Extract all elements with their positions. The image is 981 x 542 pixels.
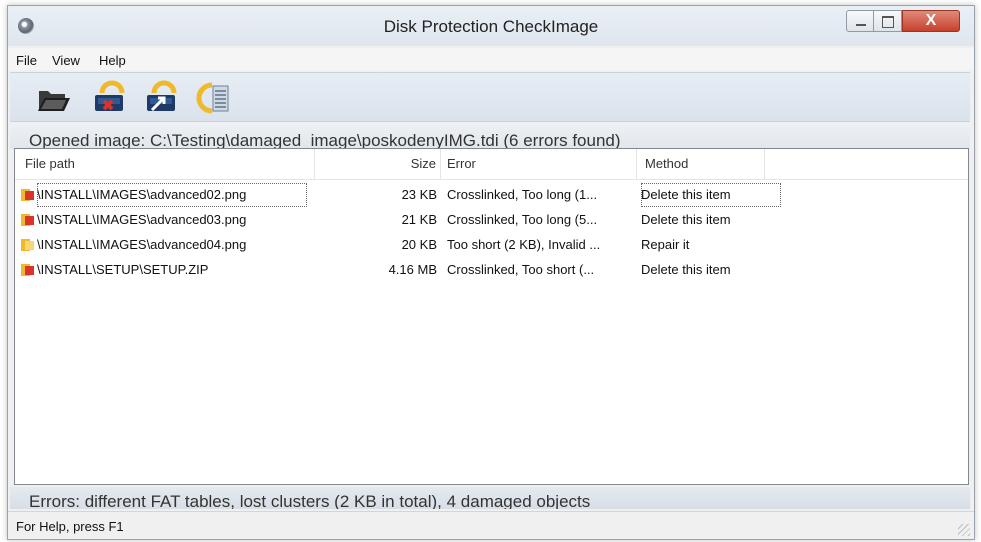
column-size[interactable]: Size — [315, 149, 441, 179]
repair-disk-icon[interactable] — [142, 79, 180, 117]
warning-file-icon — [19, 237, 35, 253]
error-cell: Too short (2 KB), Invalid ... — [447, 237, 601, 252]
column-error[interactable]: Error — [441, 149, 637, 179]
resize-grip-icon[interactable] — [958, 524, 970, 536]
opened-image-text: Opened image: C:\Testing\damaged_image\p… — [29, 131, 621, 149]
status-bar: For Help, press F1 — [8, 511, 974, 539]
menu-help[interactable]: Help — [99, 53, 126, 68]
file-path-cell: \INSTALL\SETUP\SETUP.ZIP — [37, 262, 209, 277]
errors-summary-text: Errors: different FAT tables, lost clust… — [29, 492, 591, 509]
error-file-icon — [19, 187, 35, 203]
opened-image-bar: Opened image: C:\Testing\damaged_image\p… — [10, 123, 970, 149]
title-bar[interactable]: Disk Protection CheckImage X — [8, 6, 974, 46]
error-cell: Crosslinked, Too long (1... — [447, 187, 598, 202]
list-header: File path Size Error Method — [15, 149, 968, 180]
table-row[interactable]: \INSTALL\IMAGES\advanced03.png 21 KB Cro… — [15, 208, 968, 232]
close-button[interactable]: X — [902, 10, 960, 32]
file-path-cell: \INSTALL\IMAGES\advanced02.png — [37, 183, 307, 207]
menu-file[interactable]: File — [16, 53, 37, 68]
minimize-button[interactable] — [846, 10, 874, 32]
method-cell[interactable]: Repair it — [641, 233, 781, 257]
disk-details-icon[interactable] — [196, 79, 234, 117]
table-row[interactable]: \INSTALL\SETUP\SETUP.ZIP 4.16 MB Crossli… — [15, 258, 968, 282]
column-method[interactable]: Method — [637, 149, 765, 179]
menu-view[interactable]: View — [52, 53, 80, 68]
size-cell: 4.16 MB — [388, 262, 437, 277]
status-text: For Help, press F1 — [16, 519, 124, 534]
error-cell: Crosslinked, Too short (... — [447, 262, 595, 277]
delete-disk-icon[interactable] — [90, 79, 128, 117]
maximize-button[interactable] — [874, 10, 902, 32]
error-file-icon — [19, 262, 35, 278]
method-cell[interactable]: Delete this item — [641, 183, 781, 207]
table-row[interactable]: \INSTALL\IMAGES\advanced02.png 23 KB Cro… — [15, 183, 968, 207]
toolbar — [10, 72, 970, 122]
file-list[interactable]: File path Size Error Method \INSTALL\IMA… — [14, 148, 969, 485]
error-file-icon — [19, 212, 35, 228]
main-window: Disk Protection CheckImage X File View H… — [7, 5, 975, 540]
table-row[interactable]: \INSTALL\IMAGES\advanced04.png 20 KB Too… — [15, 233, 968, 257]
window-title: Disk Protection CheckImage — [383, 17, 599, 36]
menu-bar: File View Help — [8, 48, 974, 70]
error-cell: Crosslinked, Too long (5... — [447, 212, 598, 227]
errors-summary-bar: Errors: different FAT tables, lost clust… — [10, 487, 970, 509]
method-cell[interactable]: Delete this item — [641, 258, 781, 282]
column-file-path[interactable]: File path — [15, 149, 315, 179]
open-folder-icon[interactable] — [34, 79, 72, 117]
method-cell[interactable]: Delete this item — [641, 208, 781, 232]
file-path-cell: \INSTALL\IMAGES\advanced04.png — [37, 237, 247, 252]
size-cell: 23 KB — [401, 187, 437, 202]
size-cell: 21 KB — [401, 212, 437, 227]
size-cell: 20 KB — [401, 237, 437, 252]
file-path-cell: \INSTALL\IMAGES\advanced03.png — [37, 212, 247, 227]
